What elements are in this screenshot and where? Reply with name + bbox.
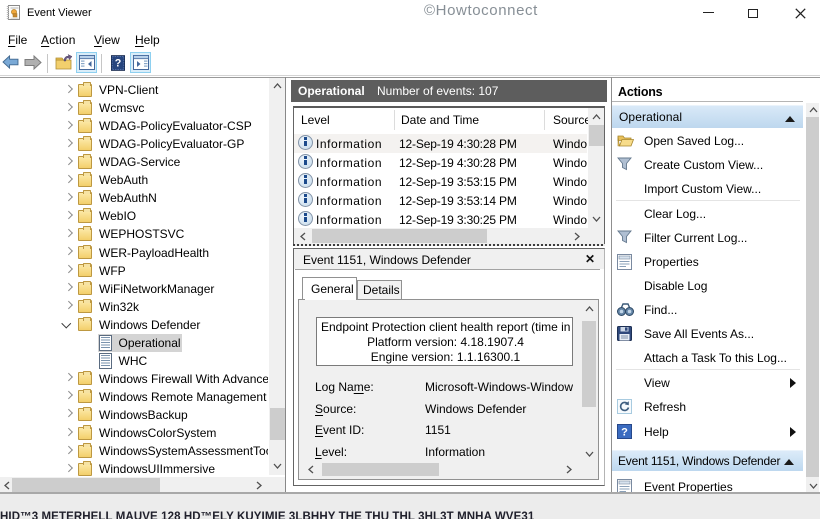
svg-text:?: ?: [621, 426, 628, 438]
svg-text:?: ?: [115, 58, 122, 70]
